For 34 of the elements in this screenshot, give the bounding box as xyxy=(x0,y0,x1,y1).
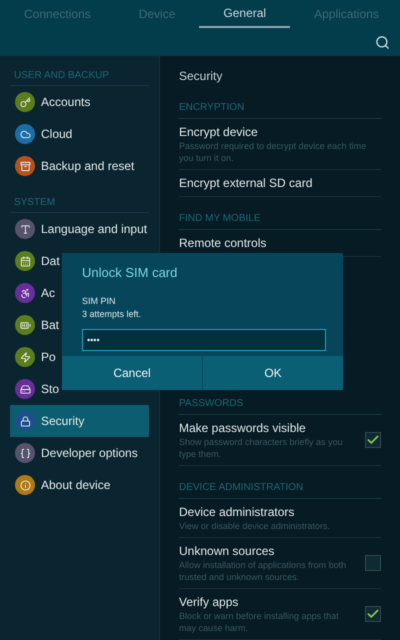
attempts-note: 3 attempts left. xyxy=(82,308,142,321)
section-header: ENCRYPTION xyxy=(179,102,244,113)
item-label: Developer options xyxy=(41,445,138,462)
item-label: Backup and reset xyxy=(41,158,134,175)
item-label: Dat xyxy=(41,253,60,270)
row-summary: View or disable device administrators. xyxy=(179,520,331,532)
item-label: Po xyxy=(41,349,56,366)
row-title: Encrypt external SD card xyxy=(179,175,314,191)
row-title: Remote controls xyxy=(179,235,268,251)
item-label: Sto xyxy=(41,381,60,398)
field-label: SIM PIN xyxy=(82,294,117,308)
section-header: DEVICE ADMINISTRATION xyxy=(179,482,304,493)
dialog-title: Unlock SIM card xyxy=(82,264,178,282)
section-header: FIND MY MOBILE xyxy=(179,213,260,224)
item-label: Security xyxy=(41,413,84,430)
row-title: Verify apps xyxy=(179,594,240,610)
row-title: Make passwords visible xyxy=(179,420,307,436)
item-label: About device xyxy=(41,477,110,494)
row-title: Unknown sources xyxy=(179,543,276,559)
row-title: Encrypt device xyxy=(179,124,259,140)
row-summary: Allow installation of applications from both trusted and unknown sources. xyxy=(179,559,348,583)
row-summary: Password required to decrypt device each time you turn it on. xyxy=(179,140,368,164)
section-header: USER AND BACKUP xyxy=(13,70,110,81)
section-header: PASSWORDS xyxy=(179,398,244,409)
page-title: Security xyxy=(179,68,224,84)
item-label: Accounts xyxy=(41,94,90,111)
item-label: Ac xyxy=(41,285,56,302)
row-summary: Block or warn before installing apps that may cause harm. xyxy=(179,610,340,634)
row-summary: Show password characters briefly as you type them. xyxy=(179,436,344,460)
item-label: Language and input xyxy=(41,221,148,238)
item-label: Cloud xyxy=(41,126,72,143)
row-title: Device administrators xyxy=(179,504,296,520)
section-header: SYSTEM xyxy=(13,197,56,208)
item-label: Bat xyxy=(41,317,60,334)
